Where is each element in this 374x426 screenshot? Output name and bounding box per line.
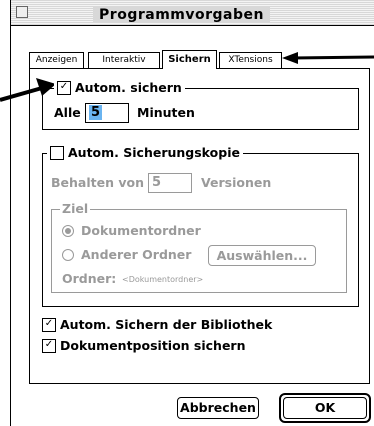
option-docpos-row: ✓ Dokumentposition sichern [42,339,246,353]
backup-legend: Autom. Sicherungskopie [47,145,243,161]
target-title: Ziel [60,201,91,216]
backup-keep-label: Behalten von [51,175,144,190]
radio-docfolder[interactable] [62,225,74,237]
tab-xtensions[interactable]: XTensions [219,52,282,68]
option-library-row: ✓ Autom. Sichern der Bibliothek [42,318,272,332]
autosave-interval-field[interactable]: 5 [85,103,129,123]
tab-interaktiv[interactable]: Interaktiv [88,52,160,68]
autosave-unit-label: Minuten [137,105,195,120]
radio-other-folder[interactable] [62,249,74,261]
autosave-interval-value: 5 [89,105,103,120]
option-docpos-label: Dokumentposition sichern [60,338,246,353]
window-title: Programmvorgaben [93,7,270,23]
backup-title: Autom. Sicherungskopie [68,145,240,160]
tab-sichern[interactable]: Sichern [162,50,217,69]
radio-docfolder-label: Dokumentordner [81,223,201,238]
backup-keep-field[interactable]: 5 [148,173,192,193]
backup-checkbox[interactable] [50,146,64,160]
folder-value: <Dokumentordner> [122,275,204,284]
autosave-checkbox[interactable]: ✓ [57,81,71,95]
choose-folder-button[interactable]: Auswählen... [208,245,316,266]
cancel-button[interactable]: Abbrechen [177,397,259,419]
option-docpos-checkbox[interactable]: ✓ [42,339,56,353]
radio-other-folder-label: Anderer Ordner [81,247,192,262]
autosave-legend: ✓ Autom. sichern [54,80,185,96]
window-title-wrap: Programmvorgaben [0,4,363,23]
folder-label: Ordner: [62,271,117,286]
option-library-checkbox[interactable]: ✓ [42,318,56,332]
option-library-label: Autom. Sichern der Bibliothek [60,317,273,332]
ok-button[interactable]: OK [283,397,367,419]
backup-versions-label: Versionen [201,175,272,190]
annotation-arrow-right-icon [282,52,374,64]
autosave-title: Autom. sichern [75,80,182,95]
autosave-every-label: Alle [54,105,81,120]
tab-anzeigen[interactable]: Anzeigen [29,52,84,68]
